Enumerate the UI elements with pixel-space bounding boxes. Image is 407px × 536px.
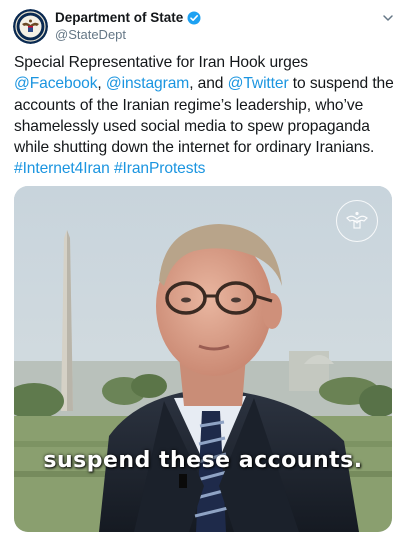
video-player[interactable]: suspend these accounts. — [14, 186, 392, 532]
author-row: Department of State — [55, 10, 201, 25]
chevron-down-icon[interactable] — [381, 11, 395, 25]
author-handle[interactable]: @StateDept — [55, 27, 126, 42]
mention-twitter[interactable]: @Twitter — [228, 75, 289, 92]
tweet-card: Department of State @StateDept Special R… — [0, 0, 407, 536]
mention-facebook[interactable]: @Facebook — [14, 75, 98, 92]
author-name[interactable]: Department of State — [55, 10, 183, 25]
tweet-text-segment: , — [97, 75, 106, 93]
video-frame — [14, 186, 392, 532]
video-caption: suspend these accounts. — [43, 448, 363, 473]
tweet-text: Special Representative for Iran Hook urg… — [14, 52, 399, 180]
mention-instagram[interactable]: @instagram — [106, 75, 189, 92]
tweet-text-segment: , and — [189, 75, 228, 93]
video-seal-watermark-icon — [336, 200, 378, 242]
hashtag-iranprotests[interactable]: #IranProtests — [114, 160, 206, 177]
hashtag-internet4iran[interactable]: #Internet4Iran — [14, 160, 110, 177]
avatar[interactable] — [13, 9, 48, 44]
verified-badge-icon — [187, 11, 201, 25]
state-seal-icon — [13, 9, 48, 44]
tweet-text-segment: Special Representative for Iran Hook urg… — [14, 54, 308, 71]
